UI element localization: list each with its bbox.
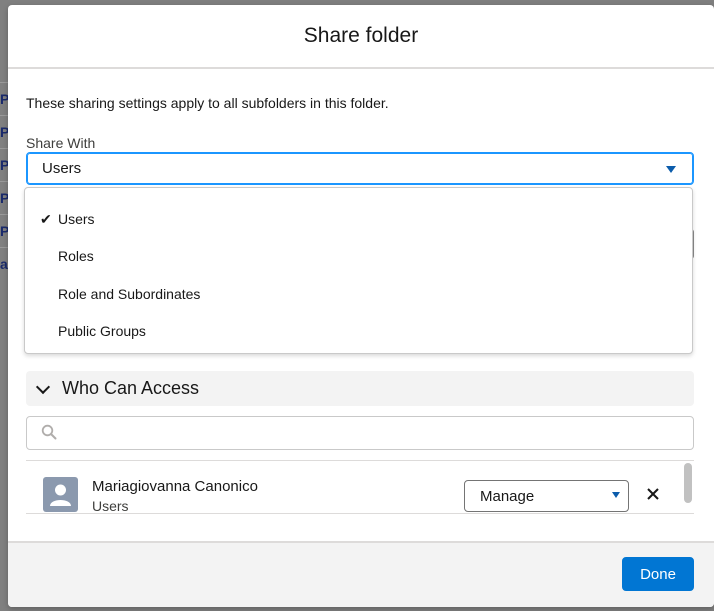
- share-with-selected-value: Users: [42, 160, 82, 177]
- share-with-combobox[interactable]: Users: [26, 152, 694, 185]
- user-name: Mariagiovanna Canonico: [92, 478, 258, 495]
- option-label: Roles: [58, 248, 94, 265]
- option-users[interactable]: ✔ Users: [25, 200, 692, 238]
- share-with-label: Share With: [26, 135, 96, 151]
- share-folder-modal: Share folder These sharing settings appl…: [8, 5, 714, 607]
- who-can-access-section-toggle[interactable]: Who Can Access: [26, 371, 694, 406]
- chevron-down-icon: [35, 379, 51, 394]
- share-with-dropdown: ✔ Users Roles Role and Subordinates Publ…: [24, 187, 693, 354]
- list-scrollbar[interactable]: [684, 463, 692, 503]
- modal-body: These sharing settings apply to all subf…: [8, 71, 714, 541]
- user-type: Users: [92, 498, 129, 514]
- modal-title: Share folder: [303, 24, 419, 47]
- search-icon: [41, 424, 57, 440]
- option-roles[interactable]: Roles: [25, 238, 692, 276]
- who-can-access-title: Who Can Access: [62, 378, 200, 398]
- access-level-value: Manage: [480, 487, 535, 505]
- checkmark-icon: ✔: [40, 211, 52, 227]
- modal-footer: Done: [8, 541, 714, 607]
- option-public-groups[interactable]: Public Groups: [25, 313, 692, 351]
- who-can-access-search: [26, 416, 694, 450]
- search-input[interactable]: [63, 421, 683, 445]
- close-icon[interactable]: [644, 485, 662, 503]
- chevron-down-icon: [666, 166, 676, 173]
- option-label: Public Groups: [58, 323, 146, 340]
- option-role-and-subordinates[interactable]: Role and Subordinates: [25, 275, 692, 313]
- access-level-select[interactable]: Manage: [464, 480, 629, 512]
- option-label: Role and Subordinates: [58, 285, 201, 302]
- access-list: Mariagiovanna Canonico Users Manage: [26, 460, 694, 514]
- done-button[interactable]: Done: [622, 557, 694, 591]
- user-avatar-icon: [43, 477, 78, 512]
- chevron-down-icon: [612, 492, 620, 498]
- option-label: Users: [58, 210, 95, 227]
- sharing-description: These sharing settings apply to all subf…: [26, 95, 389, 111]
- modal-header: Share folder: [8, 5, 714, 69]
